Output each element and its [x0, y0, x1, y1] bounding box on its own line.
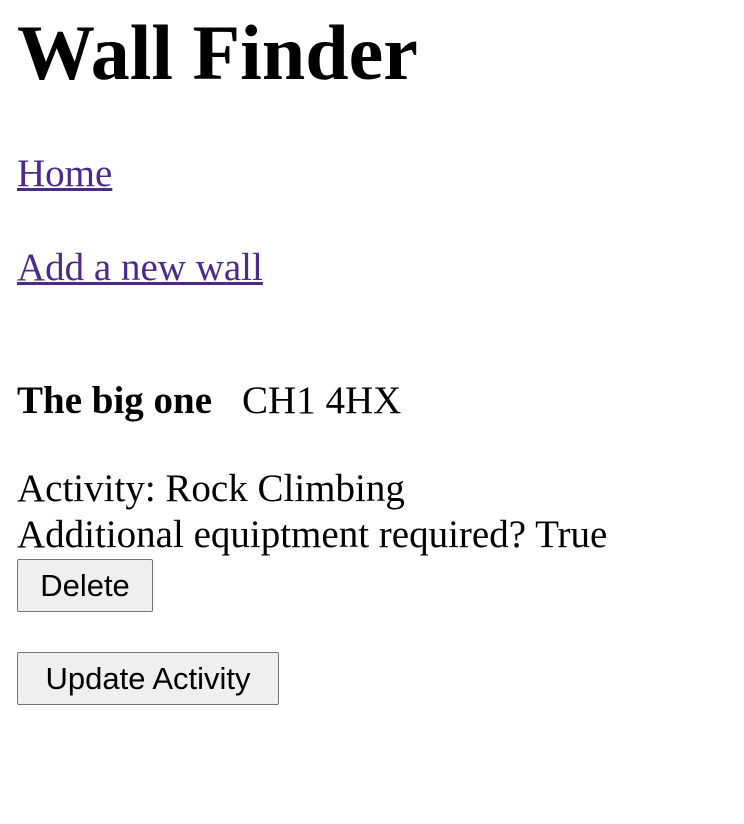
page-title: Wall Finder — [17, 9, 418, 96]
wall-name: The big one — [17, 379, 213, 422]
update-activity-button[interactable]: Update Activity — [17, 652, 279, 705]
delete-button[interactable]: Delete — [17, 559, 153, 612]
wall-heading: The big one CH1 4HX — [17, 378, 401, 424]
wall-postcode: CH1 4HX — [242, 379, 402, 422]
wall-activity: Activity: Rock Climbing — [17, 467, 405, 510]
add-new-wall-link[interactable]: Add a new wall — [17, 245, 263, 291]
wall-equipment-required: Additional equiptment required? True — [17, 513, 608, 556]
home-link[interactable]: Home — [17, 151, 112, 197]
